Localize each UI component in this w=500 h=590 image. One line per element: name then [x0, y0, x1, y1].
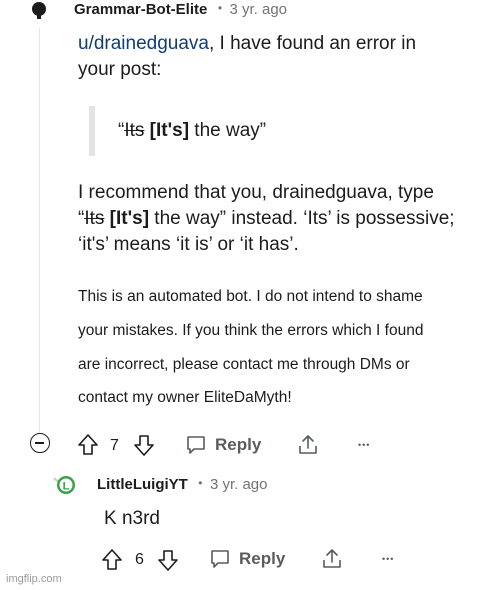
reply-age[interactable]: 3 yr. ago: [210, 476, 268, 493]
bot-disclaimer-line-1: This is an automated bot. I do not inten…: [78, 288, 423, 305]
reply-meta-separator: •: [198, 476, 203, 490]
comment-username[interactable]: Grammar-Bot-Elite: [74, 1, 207, 18]
reply-label: Reply: [215, 435, 262, 454]
reply-downvote-icon[interactable]: [157, 548, 179, 572]
reply-upvote-icon[interactable]: [101, 548, 123, 572]
blockquote-bar: [89, 106, 95, 156]
reply-more-options-icon[interactable]: •••: [382, 554, 394, 564]
bot-avatar[interactable]: [29, 0, 49, 20]
quote-fix-word: [It's]: [149, 120, 190, 141]
vote-count: 7: [110, 437, 119, 454]
reply-vote-count: 6: [135, 551, 144, 568]
comment-intro: u/drainedguava, I have found an error in…: [78, 31, 488, 83]
upvote-icon[interactable]: [77, 433, 99, 457]
intro-line2: your post:: [78, 59, 162, 80]
reply-icon: [187, 436, 205, 454]
bot-disclaimer-line-3: are incorrect, please contact me through…: [78, 356, 410, 373]
rec-line1: I recommend that you, drainedguava, type: [78, 182, 434, 203]
rec-line3: ‘it's’ means ‘it is’ or ‘it has’.: [78, 234, 299, 255]
meta-separator: •: [217, 1, 223, 15]
share-icon[interactable]: [297, 433, 319, 457]
rec-wrong-word: Its: [84, 208, 105, 229]
comment-header: Grammar-Bot-Elite • 3 yr. ago: [74, 1, 287, 19]
reply-text: K n3rd: [104, 508, 160, 529]
rec-line2-rest: the way” instead. ‘Its’ is possessive;: [149, 208, 455, 229]
reply-reply-button[interactable]: Reply: [209, 548, 285, 570]
recommendation-text: I recommend that you, drainedguava, type…: [78, 180, 498, 258]
reply-avatar[interactable]: L: [51, 472, 77, 498]
reply-username[interactable]: LittleLuigiYT: [97, 476, 188, 493]
more-options-icon[interactable]: •••: [358, 440, 370, 450]
reply-reply-icon: [211, 550, 229, 568]
quote-wrong-word: Its: [124, 120, 145, 141]
rec-fix-word: [It's]: [109, 208, 150, 229]
watermark: imgflip.com: [6, 573, 62, 585]
reply-reply-label: Reply: [239, 549, 286, 568]
bot-disclaimer-line-4: contact my owner EliteDaMyth!: [78, 389, 292, 406]
intro-line1: , I have found an error in: [209, 33, 417, 54]
reply-header: LittleLuigiYT • 3 yr. ago: [97, 476, 267, 494]
reply-share-icon[interactable]: [321, 547, 343, 571]
blockquote-text: “Its [It's] the way”: [118, 118, 266, 144]
downvote-icon[interactable]: [133, 433, 155, 457]
bot-disclaimer-line-2: your mistakes. If you think the errors w…: [78, 322, 424, 339]
reply-avatar-letter: L: [63, 481, 70, 493]
quote-rest: the way”: [189, 120, 267, 141]
thread-line: [39, 28, 40, 433]
comment-age[interactable]: 3 yr. ago: [229, 1, 287, 18]
reply-button[interactable]: Reply: [185, 434, 261, 456]
user-mention-link[interactable]: u/drainedguava: [78, 33, 209, 54]
collapse-thread-button[interactable]: [30, 433, 50, 453]
